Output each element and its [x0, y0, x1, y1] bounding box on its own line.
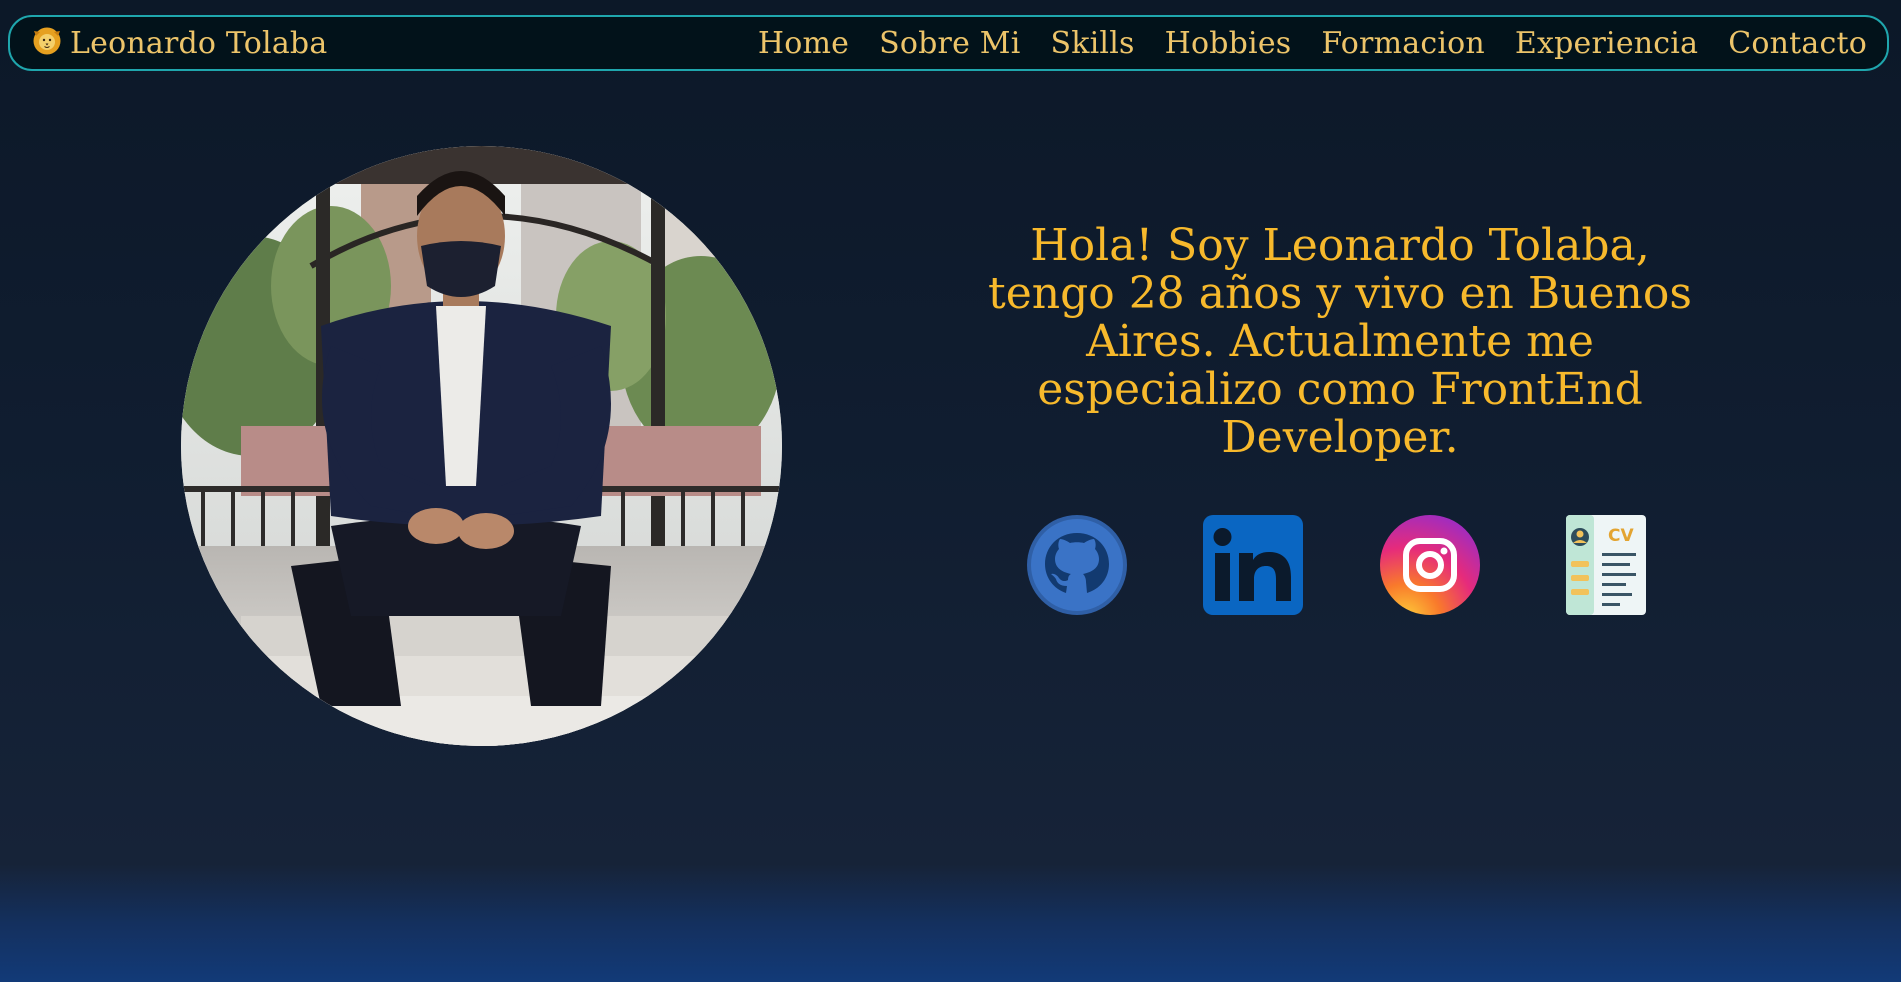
nav-link-skills[interactable]: Skills [1051, 26, 1135, 61]
cv-label: CV [1608, 526, 1634, 546]
brand[interactable]: Leonardo Tolaba [32, 26, 327, 61]
profile-photo [181, 146, 782, 746]
cv-link[interactable]: CV [1566, 515, 1646, 615]
nav-link-home[interactable]: Home [758, 26, 849, 61]
cv-icon: CV [1566, 515, 1646, 615]
instagram-link[interactable] [1380, 515, 1480, 615]
nav-link-sobre-mi[interactable]: Sobre Mi [879, 26, 1020, 61]
hero-intro: Hola! Soy Leonardo Tolaba, tengo 28 años… [960, 222, 1720, 462]
github-link[interactable] [1027, 515, 1127, 615]
linkedin-icon [1203, 515, 1303, 615]
brand-name: Leonardo Tolaba [70, 25, 328, 61]
nav-menu: Home Sobre Mi Skills Hobbies Formacion E… [758, 26, 1867, 61]
nav-link-contacto[interactable]: Contacto [1728, 26, 1867, 61]
lion-icon [32, 26, 62, 60]
nav-link-hobbies[interactable]: Hobbies [1165, 26, 1292, 61]
instagram-icon [1380, 515, 1480, 615]
nav-link-formacion[interactable]: Formacion [1321, 26, 1485, 61]
hero-text: Hola! Soy Leonardo Tolaba, tengo 28 años… [988, 220, 1692, 463]
nav-link-experiencia[interactable]: Experiencia [1515, 26, 1698, 61]
linkedin-link[interactable] [1203, 515, 1303, 615]
navbar: Leonardo Tolaba Home Sobre Mi Skills Hob… [8, 15, 1889, 71]
github-icon [1027, 515, 1127, 615]
